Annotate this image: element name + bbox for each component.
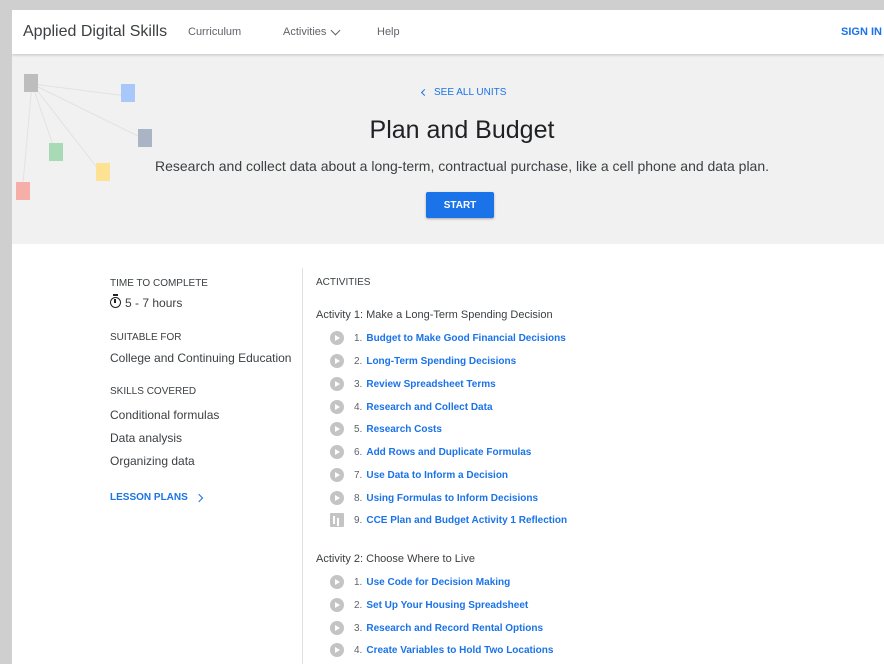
sign-in-link[interactable]: SIGN IN [841, 26, 882, 38]
page: Applied Digital Skills Curriculum Activi… [12, 10, 884, 664]
lesson-item[interactable]: 2. Long-Term Spending Decisions [316, 353, 516, 369]
lesson-item[interactable]: 4. Research and Collect Data [316, 399, 493, 415]
start-button[interactable]: START [426, 192, 494, 218]
play-icon [330, 331, 344, 345]
page-subtitle: Research and collect data about a long-t… [154, 158, 770, 174]
lesson-item[interactable]: 2. Set Up Your Housing Spreadsheet [316, 597, 528, 613]
play-icon [330, 643, 344, 657]
play-icon [330, 400, 344, 414]
window-frame-top [0, 0, 884, 10]
lesson-number: 4. [354, 644, 363, 656]
lesson-item[interactable]: 3. Review Spreadsheet Terms [316, 376, 496, 392]
window-frame-left [0, 0, 12, 664]
activity-group-title: Activity 2: Choose Where to Live [316, 553, 475, 565]
time-to-complete-text: 5 - 7 hours [125, 296, 183, 310]
lesson-item[interactable]: 5. Research Costs [316, 421, 442, 437]
top-navigation-bar: Applied Digital Skills Curriculum Activi… [12, 10, 884, 54]
suitable-for-heading: SUITABLE FOR [110, 332, 182, 343]
suitable-for-value: College and Continuing Education [110, 351, 292, 365]
hero-banner: SEE ALL UNITS Plan and Budget Research a… [12, 54, 884, 244]
nav-activities[interactable]: Activities [283, 25, 341, 38]
brand-logo[interactable]: Applied Digital Skills [23, 23, 167, 41]
lesson-item[interactable]: 1. Budget to Make Good Financial Decisio… [316, 330, 566, 346]
lesson-plans-label: LESSON PLANS [110, 492, 188, 503]
quiz-icon [330, 513, 344, 527]
lesson-item[interactable]: 9. CCE Plan and Budget Activity 1 Reflec… [316, 512, 567, 528]
decorative-docs-illustration [16, 74, 152, 200]
lesson-item[interactable]: 6. Add Rows and Duplicate Formulas [316, 444, 531, 460]
time-to-complete-heading: TIME TO COMPLETE [110, 278, 208, 289]
lesson-item[interactable]: 3. Research and Record Rental Options [316, 620, 543, 636]
lesson-link[interactable]: Set Up Your Housing Spreadsheet [366, 600, 528, 611]
lesson-number: 1. [354, 576, 363, 588]
lesson-number: 7. [354, 469, 363, 481]
lesson-number: 2. [354, 355, 363, 367]
play-icon [330, 468, 344, 482]
play-icon [330, 491, 344, 505]
nav-help[interactable]: Help [377, 26, 400, 38]
lesson-link[interactable]: Budget to Make Good Financial Decisions [366, 333, 565, 344]
skill-item: Data analysis [110, 431, 183, 445]
lesson-item[interactable]: 7. Use Data to Inform a Decision [316, 467, 508, 483]
see-all-units-label: SEE ALL UNITS [434, 87, 507, 98]
chevron-left-icon [420, 88, 429, 97]
activity-group-title: Activity 1: Make a Long-Term Spending De… [316, 309, 553, 321]
play-icon [330, 445, 344, 459]
lesson-link[interactable]: Long-Term Spending Decisions [366, 356, 516, 367]
lesson-item[interactable]: 4. Create Variables to Hold Two Location… [316, 642, 553, 658]
drawings-icon [16, 182, 30, 200]
play-icon [330, 422, 344, 436]
lesson-link[interactable]: Review Spreadsheet Terms [366, 379, 495, 390]
lesson-number: 4. [354, 401, 363, 413]
lesson-item[interactable]: 8. Using Formulas to Inform Decisions [316, 490, 538, 506]
lesson-item[interactable]: 1. Use Code for Decision Making [316, 574, 510, 590]
nav-curriculum[interactable]: Curriculum [188, 26, 241, 38]
lesson-link[interactable]: Research Costs [366, 424, 442, 435]
lesson-number: 5. [354, 423, 363, 435]
lesson-number: 3. [354, 378, 363, 390]
lesson-number: 6. [354, 446, 363, 458]
play-icon [330, 621, 344, 635]
lesson-link[interactable]: Use Code for Decision Making [366, 577, 510, 588]
nav-activities-label: Activities [283, 26, 327, 38]
lesson-plans-link[interactable]: LESSON PLANS [110, 492, 204, 503]
lesson-link[interactable]: Research and Collect Data [366, 402, 492, 413]
lesson-link[interactable]: Use Data to Inform a Decision [366, 470, 508, 481]
play-icon [330, 598, 344, 612]
chevron-right-icon [194, 493, 204, 502]
see-all-units-link[interactable]: SEE ALL UNITS [420, 87, 507, 98]
lesson-link[interactable]: Using Formulas to Inform Decisions [366, 493, 538, 504]
skill-item: Organizing data [110, 454, 195, 468]
activities-heading: ACTIVITIES [316, 277, 371, 288]
play-icon [330, 575, 344, 589]
play-icon [330, 377, 344, 391]
column-divider [302, 268, 303, 664]
chevron-down-icon [330, 25, 341, 35]
lesson-link[interactable]: Add Rows and Duplicate Formulas [366, 447, 531, 458]
lesson-number: 8. [354, 492, 363, 504]
play-icon [330, 354, 344, 368]
skill-item: Conditional formulas [110, 408, 220, 422]
lesson-link[interactable]: CCE Plan and Budget Activity 1 Reflectio… [366, 515, 567, 526]
page-title: Plan and Budget [369, 116, 555, 144]
time-to-complete-value: 5 - 7 hours [110, 294, 183, 310]
lesson-number: 1. [354, 332, 363, 344]
lesson-number: 2. [354, 599, 363, 611]
lesson-link[interactable]: Research and Record Rental Options [366, 623, 543, 634]
timer-icon [110, 294, 121, 308]
lesson-number: 9. [354, 514, 363, 526]
skills-covered-heading: SKILLS COVERED [110, 386, 197, 397]
docs-icon [121, 84, 135, 102]
lesson-link[interactable]: Create Variables to Hold Two Locations [366, 645, 553, 656]
lesson-number: 3. [354, 622, 363, 634]
file-icon [24, 74, 38, 92]
